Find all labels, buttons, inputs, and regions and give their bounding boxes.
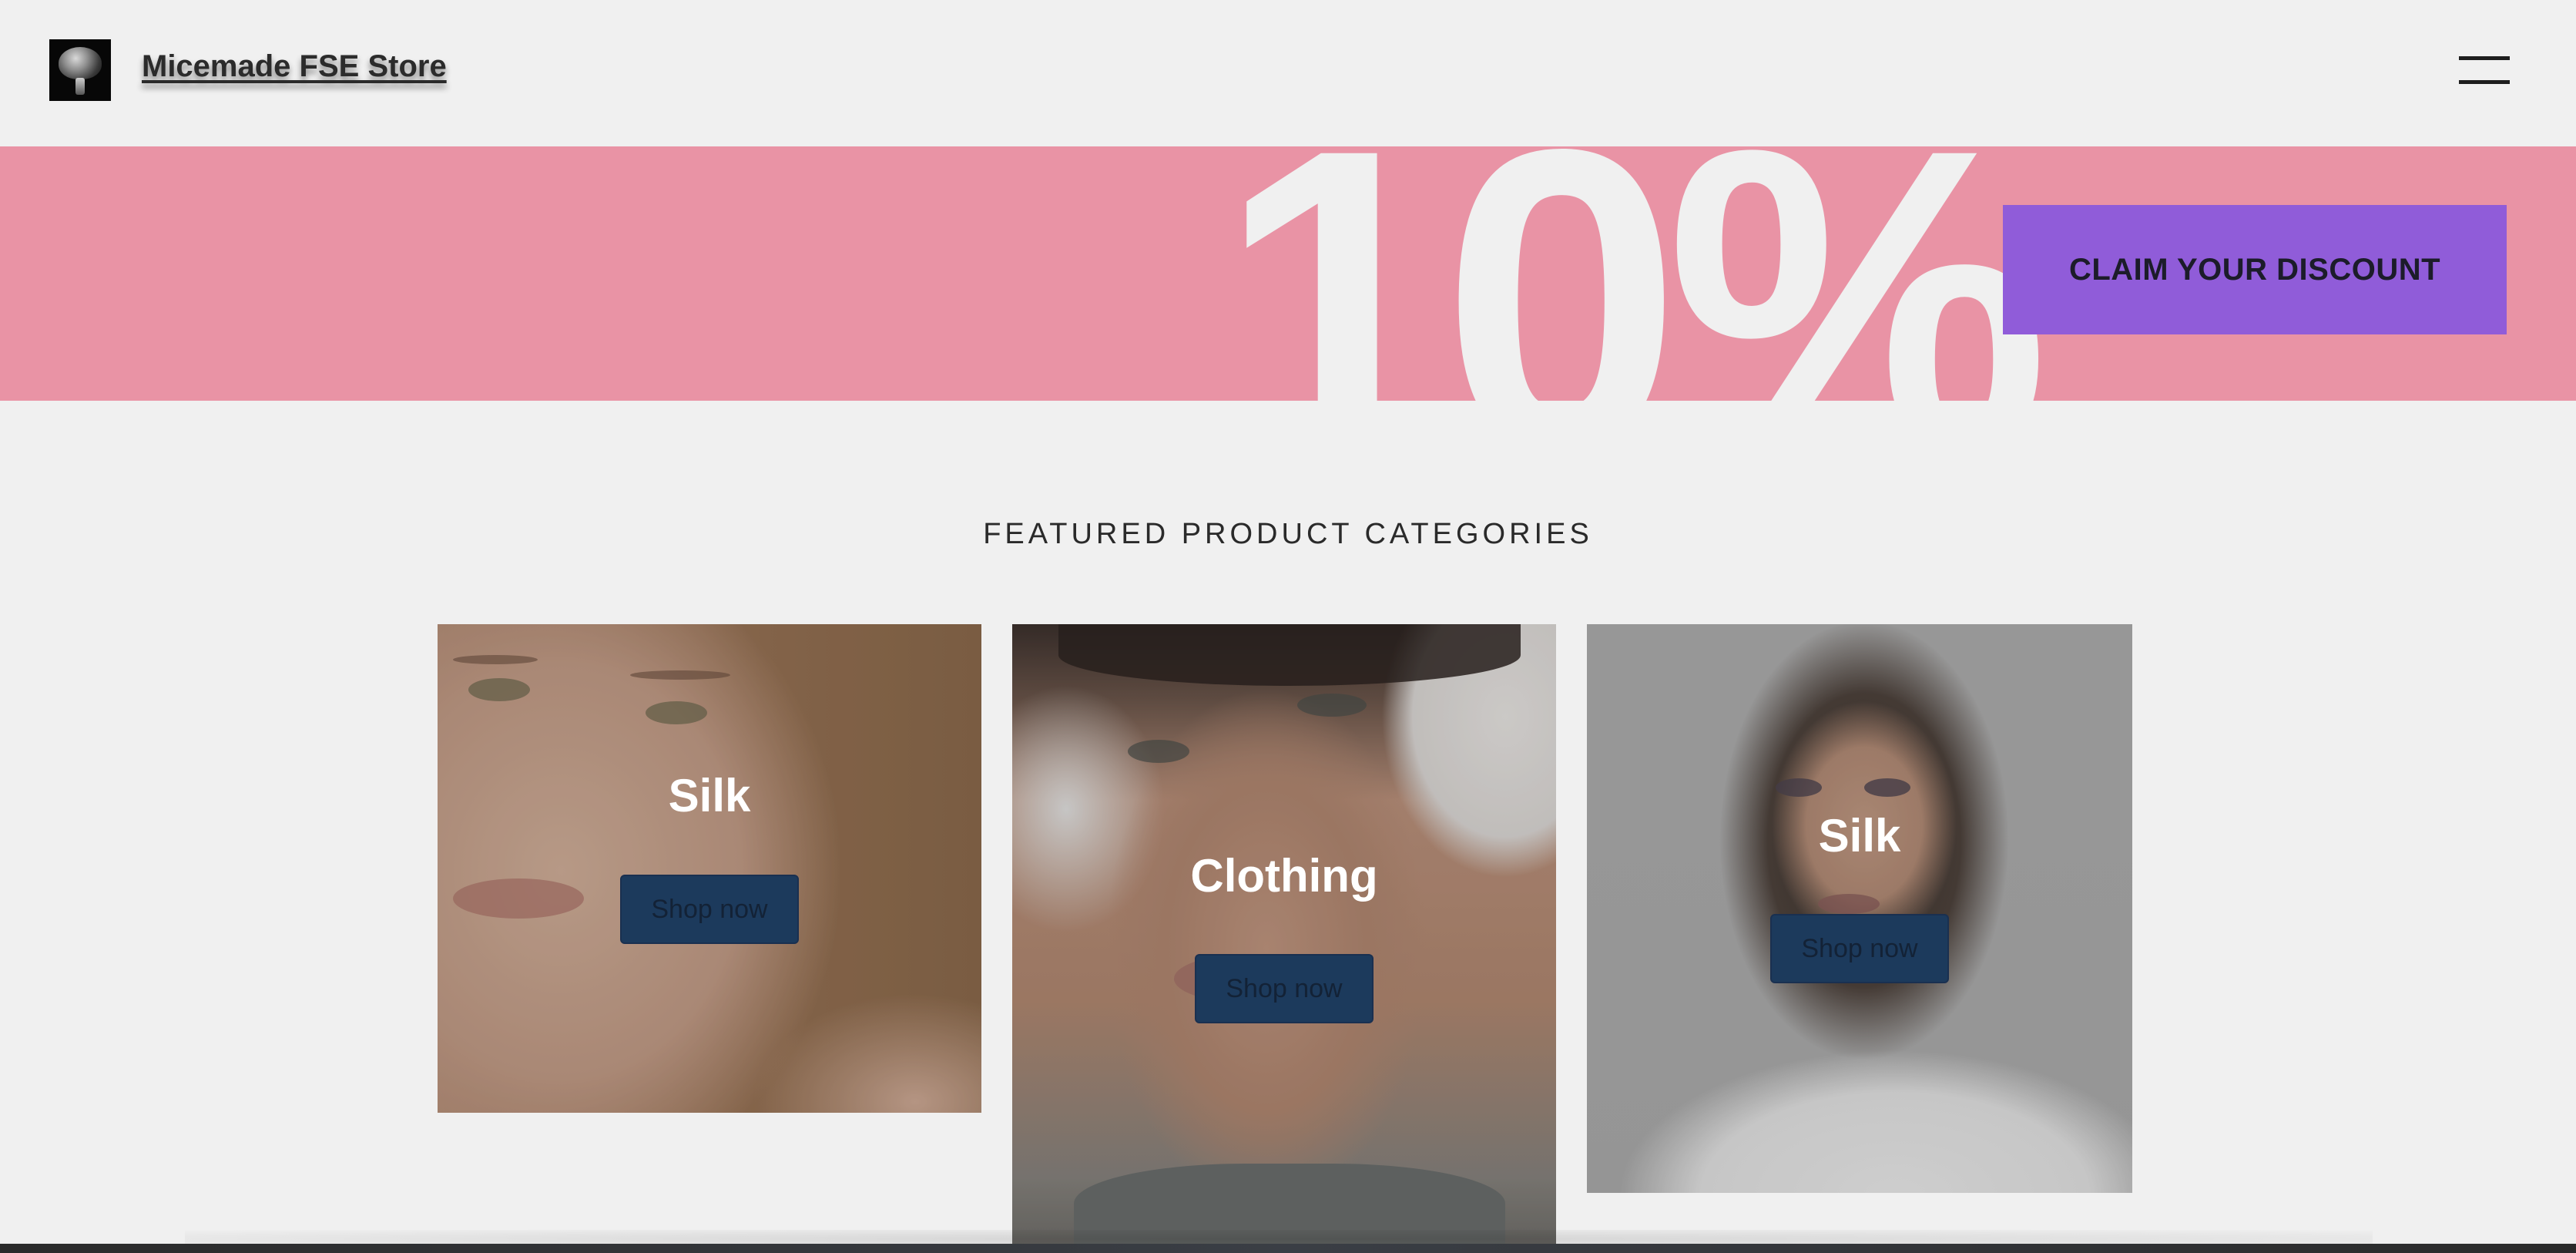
discount-banner: 10% CLAIM YOUR DISCOUNT: [0, 146, 2576, 401]
menu-bar-top: [2459, 56, 2510, 60]
site-header: Micemade FSE Store: [0, 0, 2576, 146]
site-title-link[interactable]: Micemade FSE Store: [142, 49, 447, 84]
shop-now-button[interactable]: Shop now: [1770, 914, 1949, 983]
hamburger-menu-icon[interactable]: [2454, 48, 2516, 96]
category-card-clothing[interactable]: Clothing Shop now: [1012, 624, 1556, 1253]
window-bottom-edge: [0, 1244, 2576, 1253]
card-overlay: [1012, 624, 1556, 1253]
brain-logo-icon[interactable]: [49, 39, 111, 101]
card-overlay: [438, 624, 981, 1113]
claim-discount-button[interactable]: CLAIM YOUR DISCOUNT: [2003, 205, 2507, 334]
category-card-silk[interactable]: Silk Shop now: [438, 624, 981, 1113]
featured-section-title: FEATURED PRODUCT CATEGORIES: [983, 518, 1593, 550]
logo-brain-shape: [59, 47, 102, 79]
shop-now-button[interactable]: Shop now: [620, 875, 799, 944]
logo-stem-shape: [75, 78, 85, 95]
card-overlay: [1587, 624, 2132, 1193]
category-title: Silk: [668, 770, 751, 821]
menu-bar-bottom: [2459, 80, 2510, 84]
category-title: Clothing: [1190, 850, 1378, 902]
shop-now-button[interactable]: Shop now: [1195, 954, 1374, 1023]
discount-headline: 10%: [1217, 146, 2050, 401]
category-title: Silk: [1818, 810, 1901, 862]
category-card-silk-2[interactable]: Silk Shop now: [1587, 624, 2132, 1193]
